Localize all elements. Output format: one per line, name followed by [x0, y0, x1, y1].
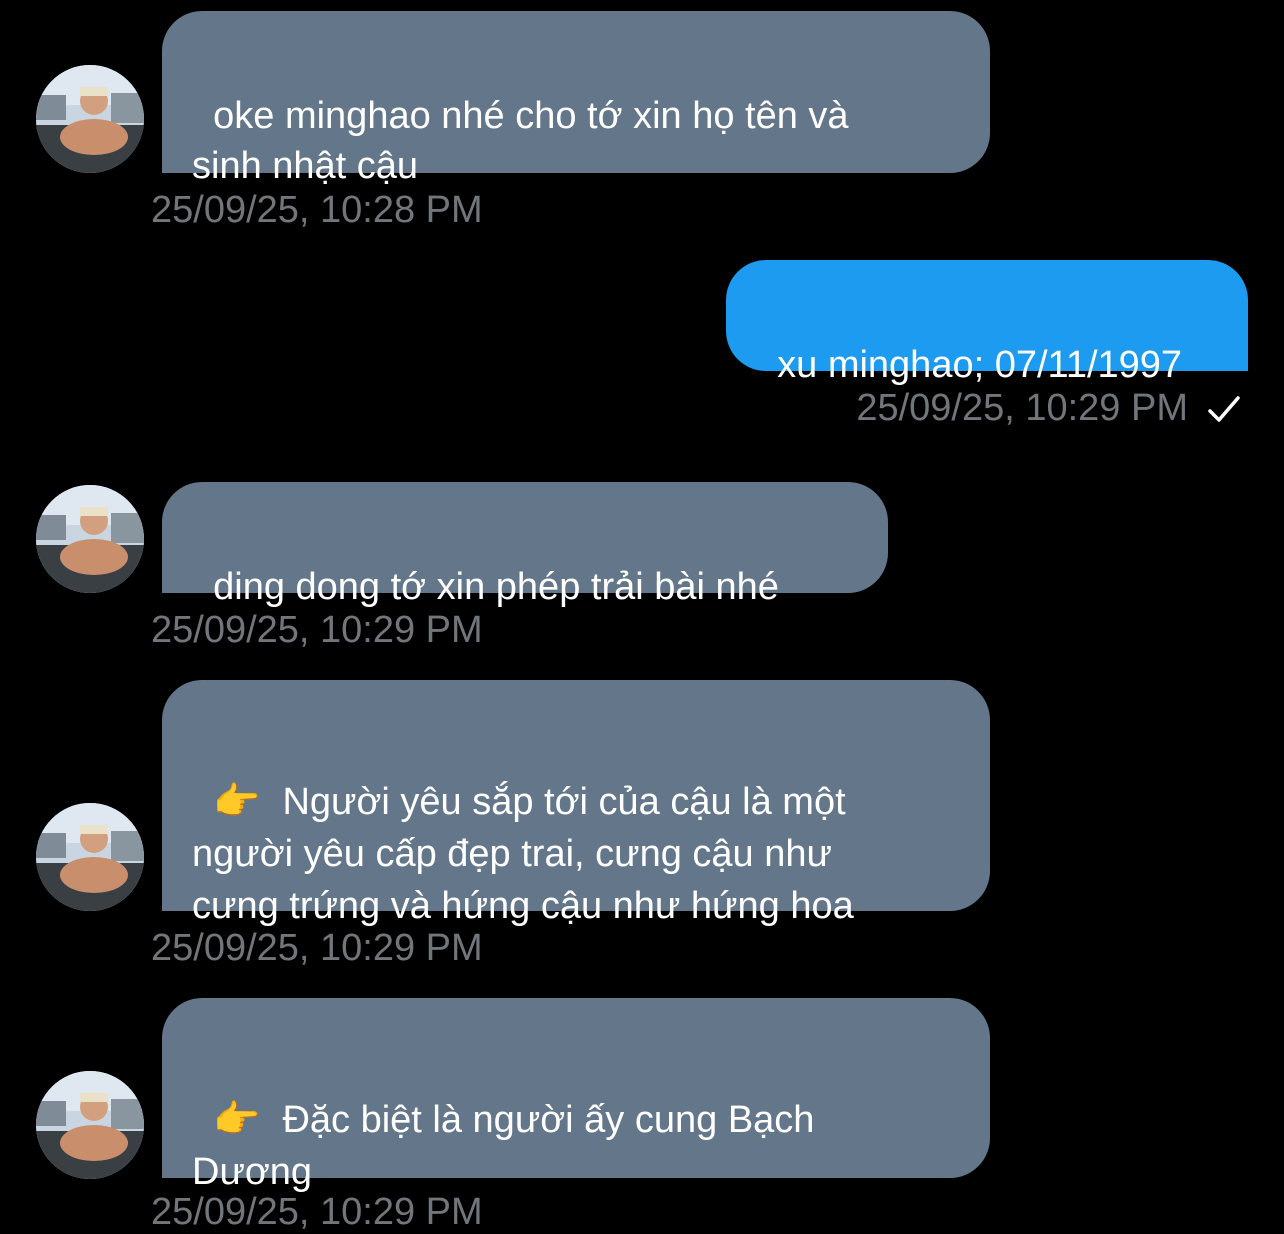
sender-avatar[interactable] — [36, 803, 144, 911]
sender-avatar[interactable] — [36, 1071, 144, 1179]
pointing-hand-emoji: 👉 — [213, 1099, 261, 1141]
message-timestamp: 25/09/25, 10:29 PM — [151, 609, 483, 651]
avatar-photo — [36, 65, 144, 173]
message-timestamp: 25/09/25, 10:29 PM — [151, 1191, 483, 1233]
message-timestamp: 25/09/25, 10:29 PM — [151, 927, 483, 969]
message-bubble[interactable]: ding dong tớ xin phép trải bài nhé — [162, 482, 888, 608]
pointing-hand-emoji: 👉 — [213, 781, 261, 823]
avatar-photo — [36, 803, 144, 911]
message-text: Đặc biệt là người ấy cung Bạch Dương — [192, 1099, 815, 1193]
message-text: Người yêu sắp tới của cậu là một người y… — [192, 781, 854, 927]
sender-avatar[interactable] — [36, 65, 144, 173]
message-bubble-outgoing[interactable]: xu minghao; 07/11/1997 — [726, 260, 1248, 386]
message-bubble[interactable]: 👉 Người yêu sắp tới của cậu là một người … — [162, 680, 990, 927]
message-bubble[interactable]: oke minghao nhé cho tớ xin họ tên và sin… — [162, 11, 990, 187]
message-bubble[interactable]: 👉 Đặc biệt là người ấy cung Bạch Dương — [162, 998, 990, 1193]
message-timestamp: 25/09/25, 10:29 PM — [856, 387, 1188, 429]
sender-avatar[interactable] — [36, 485, 144, 593]
avatar-photo — [36, 1071, 144, 1179]
message-text: xu minghao; 07/11/1997 — [777, 344, 1183, 386]
avatar-photo — [36, 485, 144, 593]
message-timestamp: 25/09/25, 10:28 PM — [151, 189, 483, 231]
message-text: ding dong tớ xin phép trải bài nhé — [213, 566, 779, 608]
checkmark-icon — [1208, 396, 1240, 422]
message-text: oke minghao nhé cho tớ xin họ tên và sin… — [192, 95, 849, 187]
